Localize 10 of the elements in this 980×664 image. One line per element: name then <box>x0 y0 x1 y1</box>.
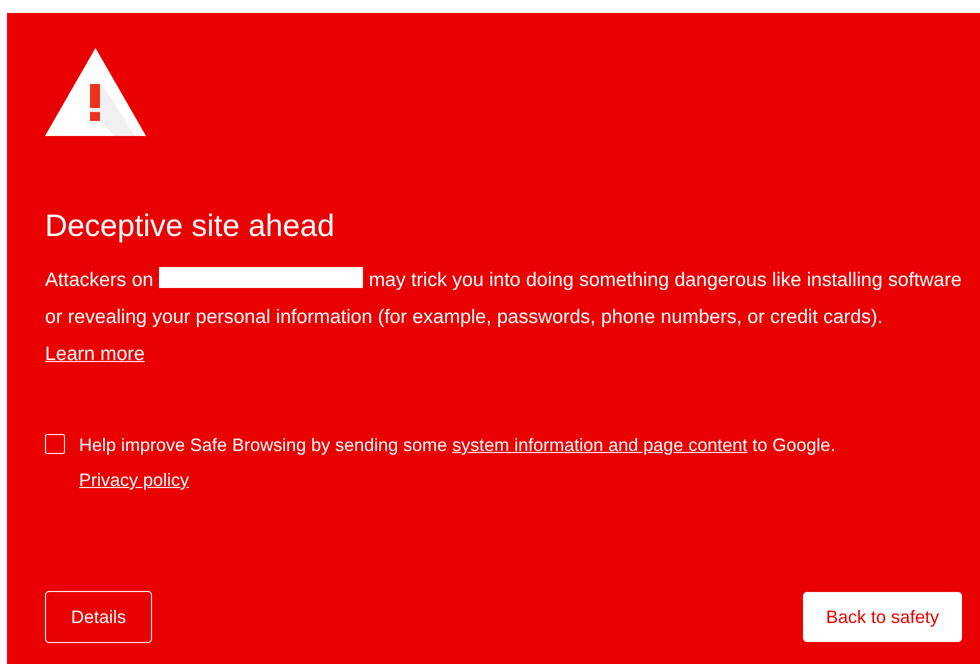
learn-more-link[interactable]: Learn more <box>45 343 145 365</box>
warning-title: Deceptive site ahead <box>45 207 336 245</box>
report-checkbox[interactable] <box>45 434 65 454</box>
back-to-safety-button[interactable]: Back to safety <box>802 592 962 642</box>
report-label: Help improve Safe Browsing by sending some system information and page content to Google. <box>79 434 836 457</box>
privacy-policy-link[interactable]: Privacy policy <box>79 470 190 490</box>
warning-icon <box>45 48 146 136</box>
details-button[interactable]: Details <box>45 591 152 643</box>
system-info-link[interactable]: system information and page content <box>452 435 748 455</box>
warning-message: Attackers on may trick you into doing something dangerous like installing software or revealing your personal information (for example, passwords, phone numbers, or credit cards). Learn more <box>45 266 962 367</box>
